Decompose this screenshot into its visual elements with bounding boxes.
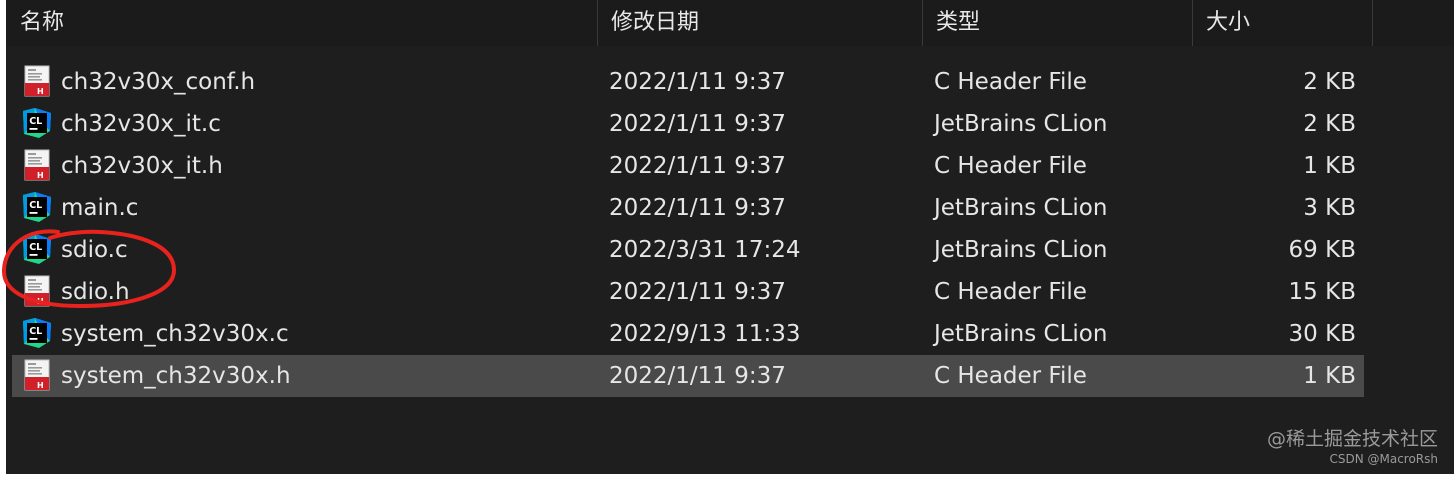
file-name: main.c [61, 195, 139, 221]
clion-icon: CL [21, 107, 53, 139]
file-row[interactable]: CL system_ch32v30x.c 2022/9/13 11:33 JetBra… [12, 313, 1364, 355]
h-file-icon: H [21, 149, 53, 181]
file-size: 30 KB [1288, 321, 1356, 347]
file-modified-date: 2022/1/11 9:37 [609, 69, 786, 95]
file-size: 69 KB [1288, 237, 1356, 263]
window-edge-bottom [0, 474, 1454, 478]
file-row[interactable]: Hch32v30x_it.h 2022/1/11 9:37 C Header Fil… [12, 145, 1364, 187]
file-size: 2 KB [1303, 111, 1356, 137]
file-list: Hch32v30x_conf.h 2022/1/11 9:37 C Header F… [12, 61, 1364, 397]
svg-text:CL: CL [29, 242, 42, 253]
column-header-bar: 名称 ^ 修改日期 类型 大小 [6, 0, 1454, 46]
file-name: sdio.c [61, 237, 128, 263]
file-row[interactable]: Hsystem_ch32v30x.h 2022/1/11 9:37 C Header… [12, 355, 1364, 397]
file-row[interactable]: Hsdio.h 2022/1/11 9:37 C Header File 15 KB [12, 271, 1364, 313]
svg-text:H: H [37, 171, 44, 180]
file-type: C Header File [934, 279, 1087, 305]
file-modified-date: 2022/1/11 9:37 [609, 153, 786, 179]
file-name: ch32v30x_it.c [61, 111, 221, 137]
file-modified-date: 2022/9/13 11:33 [609, 321, 801, 347]
file-name: ch32v30x_conf.h [61, 69, 256, 95]
h-file-icon: H [21, 359, 53, 391]
clion-icon: CL [21, 191, 53, 223]
column-header-size[interactable]: 大小 [1192, 0, 1372, 46]
svg-text:CL: CL [29, 326, 42, 337]
file-type: JetBrains CLion [934, 321, 1108, 347]
file-size: 15 KB [1288, 279, 1356, 305]
file-size: 1 KB [1303, 363, 1356, 389]
file-size: 2 KB [1303, 69, 1356, 95]
file-type: JetBrains CLion [934, 195, 1108, 221]
file-type: JetBrains CLion [934, 237, 1108, 263]
sort-caret-icon: ^ [296, 0, 307, 7]
svg-text:CL: CL [29, 116, 42, 127]
svg-text:H: H [37, 87, 44, 96]
file-type: JetBrains CLion [934, 111, 1108, 137]
file-name: ch32v30x_it.h [61, 153, 223, 179]
svg-text:H: H [37, 297, 44, 306]
file-name: system_ch32v30x.c [61, 321, 289, 347]
watermark-line2: CSDN @MacroRsh [1329, 452, 1438, 466]
file-row[interactable]: CL main.c 2022/1/11 9:37 JetBrains CLion 3 K… [12, 187, 1364, 229]
file-type: C Header File [934, 153, 1087, 179]
h-file-icon: H [21, 65, 53, 97]
column-divider[interactable] [1372, 0, 1373, 46]
file-modified-date: 2022/1/11 9:37 [609, 279, 786, 305]
column-header-type[interactable]: 类型 [922, 0, 1192, 46]
file-type: C Header File [934, 69, 1087, 95]
file-modified-date: 2022/1/11 9:37 [609, 111, 786, 137]
file-size: 1 KB [1303, 153, 1356, 179]
clion-icon: CL [21, 317, 53, 349]
svg-text:H: H [37, 381, 44, 390]
watermark-line1: @稀土掘金技术社区 [1266, 428, 1438, 450]
file-name: system_ch32v30x.h [61, 363, 291, 389]
watermark: @稀土掘金技术社区 CSDN @MacroRsh [1267, 424, 1438, 466]
file-modified-date: 2022/1/11 9:37 [609, 195, 786, 221]
column-header-date[interactable]: 修改日期 [597, 0, 922, 46]
file-size: 3 KB [1303, 195, 1356, 221]
file-name: sdio.h [61, 279, 130, 305]
file-row[interactable]: Hch32v30x_conf.h 2022/1/11 9:37 C Header F… [12, 61, 1364, 103]
clion-icon: CL [21, 233, 53, 265]
file-modified-date: 2022/3/31 17:24 [609, 237, 801, 263]
svg-text:CL: CL [29, 200, 42, 211]
file-row[interactable]: CL ch32v30x_it.c 2022/1/11 9:37 JetBrains C… [12, 103, 1364, 145]
h-file-icon: H [21, 275, 53, 307]
window-edge-left [0, 0, 6, 478]
file-modified-date: 2022/1/11 9:37 [609, 363, 786, 389]
file-row[interactable]: CL sdio.c 2022/3/31 17:24 JetBrains CLion 69… [12, 229, 1364, 271]
file-type: C Header File [934, 363, 1087, 389]
